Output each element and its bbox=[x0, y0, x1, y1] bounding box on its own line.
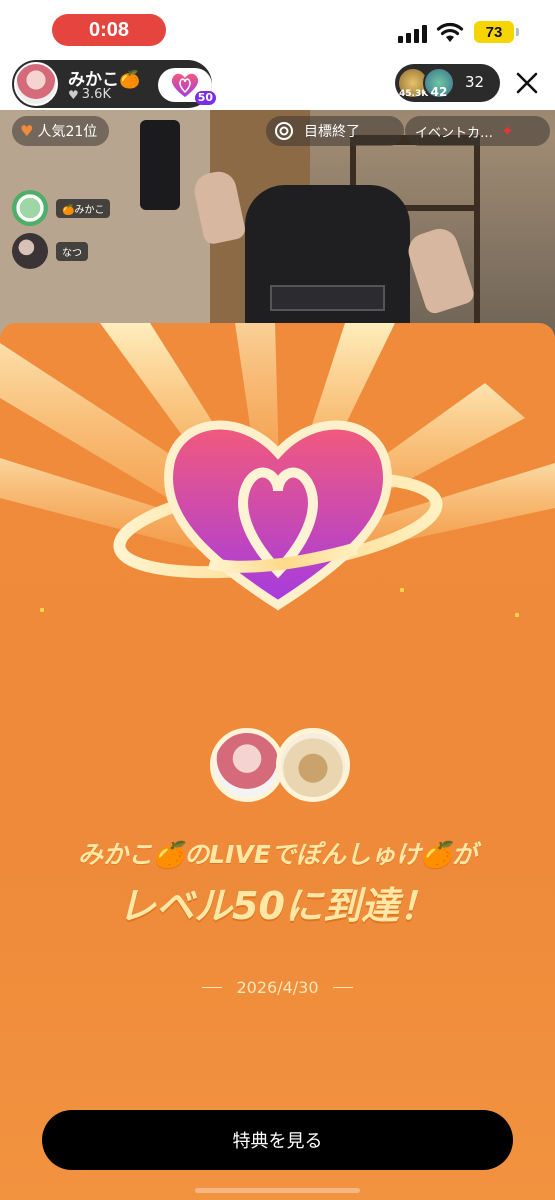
event-label: イベントカ… bbox=[415, 125, 494, 141]
user-avatar-large bbox=[276, 728, 350, 802]
viewer-list[interactable]: 45.3K 42 32 bbox=[395, 64, 500, 102]
chat-user-row[interactable]: なつ bbox=[12, 233, 88, 269]
target-icon bbox=[275, 122, 293, 140]
user-avatars bbox=[210, 728, 350, 802]
host-likes: ♥ 3.6K bbox=[68, 87, 111, 102]
viewer-count: 32 bbox=[465, 73, 485, 91]
live-header: みかこ🍊 ♥ 3.6K 50 45.3K 42 32 bbox=[0, 58, 555, 110]
gaming-chair bbox=[245, 185, 410, 340]
sparkle-icon bbox=[515, 613, 519, 617]
divider bbox=[202, 987, 223, 988]
level-up-headline: レベル50に到達！ bbox=[118, 884, 437, 928]
popularity-rank[interactable]: ♥ 人気21位 bbox=[12, 116, 110, 146]
viewer-avatar[interactable]: 42 bbox=[423, 67, 455, 99]
host-profile[interactable]: みかこ🍊 ♥ 3.6K 50 bbox=[12, 60, 216, 108]
level-up-date-row: 2026/4/30 bbox=[0, 978, 555, 997]
host-avatar[interactable] bbox=[14, 62, 58, 106]
goal-label: 目標終了 bbox=[304, 124, 360, 140]
viewer-badge: 42 bbox=[430, 85, 448, 99]
level-up-modal: みかこ🍊のLIVEでぽんしゅけ🍊が レベル50に到達！ 2026/4/30 特典… bbox=[0, 323, 555, 1200]
sparkle-icon bbox=[400, 588, 404, 592]
heart-icon: ♥ bbox=[68, 87, 79, 102]
celebration-rays bbox=[0, 323, 555, 611]
hanging-jacket bbox=[140, 120, 180, 210]
status-time: 0:08 bbox=[52, 14, 166, 46]
divider bbox=[332, 987, 353, 988]
sparkle-icon bbox=[40, 608, 44, 612]
chat-username: なつ bbox=[56, 241, 88, 261]
level-badge[interactable]: 50 bbox=[158, 68, 216, 105]
level-up-date: 2026/4/30 bbox=[236, 978, 319, 997]
chat-avatar[interactable] bbox=[12, 190, 48, 226]
close-icon[interactable] bbox=[512, 68, 542, 98]
chat-avatar[interactable] bbox=[12, 233, 48, 269]
chat-user-row[interactable]: 🍊みかこ bbox=[12, 190, 111, 226]
view-benefits-button[interactable]: 特典を見る bbox=[42, 1110, 513, 1170]
cellular-signal-icon bbox=[398, 25, 427, 43]
status-bar: 0:08 73 bbox=[0, 0, 555, 58]
host-likes-count: 3.6K bbox=[81, 87, 111, 102]
event-gift-icon: ✦ bbox=[501, 122, 514, 140]
home-indicator bbox=[195, 1188, 360, 1193]
rank-label: 人気21位 bbox=[37, 124, 98, 140]
goal-status[interactable]: 目標終了 bbox=[266, 116, 404, 146]
chat-username: 🍊みかこ bbox=[56, 198, 111, 218]
level-number: 50 bbox=[194, 91, 216, 105]
host-avatar-large bbox=[210, 728, 284, 802]
viewer-badge: 45.3K bbox=[399, 89, 429, 99]
broken-heart-icon: ♥ bbox=[20, 122, 34, 140]
level-up-message: みかこ🍊のLIVEでぽんしゅけ🍊が bbox=[78, 840, 477, 869]
chair-headrest bbox=[270, 285, 385, 311]
wifi-icon bbox=[436, 22, 464, 42]
battery-indicator: 73 bbox=[474, 21, 519, 43]
event-card[interactable]: イベントカ… ✦ bbox=[405, 116, 550, 146]
